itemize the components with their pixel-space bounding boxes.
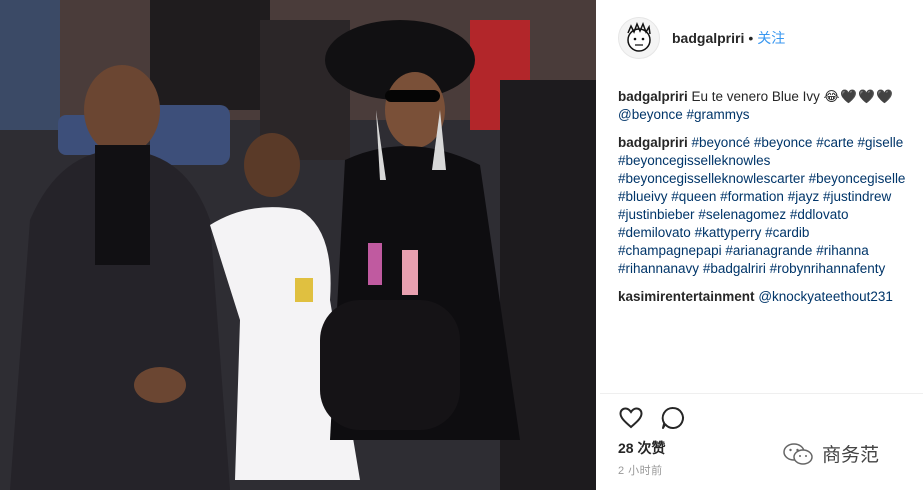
wechat-icon [783,442,813,465]
hashtag-link[interactable]: #kattyperry [695,225,762,240]
watermark: 商务范 [782,440,879,467]
hashtag-link[interactable]: #demilovato [618,225,691,240]
caption-comment: badgalpriri Eu te venero Blue Ivy 😂🖤🖤🖤 @… [618,88,910,124]
hashtag-link[interactable]: #cardib [765,225,809,240]
header-username[interactable]: badgalpriri [672,30,744,46]
watermark-text: 商务范 [822,444,880,466]
reply-mention[interactable]: @knockyateethout231 [758,289,893,304]
avatar[interactable] [618,17,660,59]
caption-mention[interactable]: @beyonce [618,107,683,122]
hashtag-comment-username[interactable]: badgalpriri [618,135,688,150]
reply-comment: kasimirentertainment @knockyateethout231 [618,288,910,306]
likes-number: 28 [618,440,634,456]
reply-username[interactable]: kasimirentertainment [618,289,755,304]
hashtag-link[interactable]: #champagnepapi [618,243,722,258]
hashtag-link[interactable]: #beyoncé [692,135,751,150]
hashtag-link[interactable]: #beyoncegiselle [809,171,906,186]
header-separator: • [748,30,754,46]
hashtag-link[interactable]: #badgalriri [703,261,766,276]
hashtag-link[interactable]: #beyonce [754,135,813,150]
hashtag-link[interactable]: #arianagrande [725,243,812,258]
hashtag-link[interactable]: #queen [671,189,716,204]
caption-username[interactable]: badgalpriri [618,89,688,104]
hashtag-link[interactable]: #beyoncegisselleknowlescarter [618,171,805,186]
likes-label: 次赞 [637,440,666,456]
photo-image [0,0,596,490]
comment-bubble-icon[interactable] [660,405,686,431]
hashtag-link[interactable]: #justinbieber [618,207,695,222]
post-actions [618,405,686,431]
hashtag-link[interactable]: #blueivy [618,189,668,204]
hashtag-link[interactable]: #justindrew [823,189,891,204]
caption-hashtag[interactable]: #grammys [687,107,750,122]
hashtag-link[interactable]: #formation [720,189,784,204]
post-time: 2 小时前 [618,465,663,477]
post-header: badgalpriri • 关注 [618,12,918,64]
hashtag-link[interactable]: #selenagomez [698,207,786,222]
hashtag-link[interactable]: #rihannanavy [618,261,699,276]
hashtag-link[interactable]: #carte [816,135,854,150]
hashtag-link[interactable]: #beyoncegisselleknowles [618,153,770,168]
hashtag-link[interactable]: #ddlovato [790,207,849,222]
caption-text: Eu te venero Blue Ivy [691,89,820,104]
hashtag-link[interactable]: #giselle [857,135,903,150]
divider [600,393,923,394]
likes-count[interactable]: 28 次赞 [618,438,665,458]
post-photo[interactable] [0,0,596,490]
post-side-panel: badgalpriri • 关注 badgalpriri Eu te vener… [600,0,923,490]
hashtag-link[interactable]: #rihanna [816,243,869,258]
caption-emoji: 😂🖤🖤🖤 [823,89,894,105]
hashtag-comment: badgalpriri #beyoncé #beyonce #carte #gi… [618,134,910,278]
comments-list: badgalpriri Eu te venero Blue Ivy 😂🖤🖤🖤 @… [618,88,910,316]
hashtag-link[interactable]: #jayz [788,189,820,204]
hashtag-link[interactable]: #robynrihannafenty [770,261,886,276]
avatar-face-icon [627,21,651,52]
follow-button[interactable]: 关注 [757,28,785,48]
heart-icon[interactable] [618,405,644,431]
